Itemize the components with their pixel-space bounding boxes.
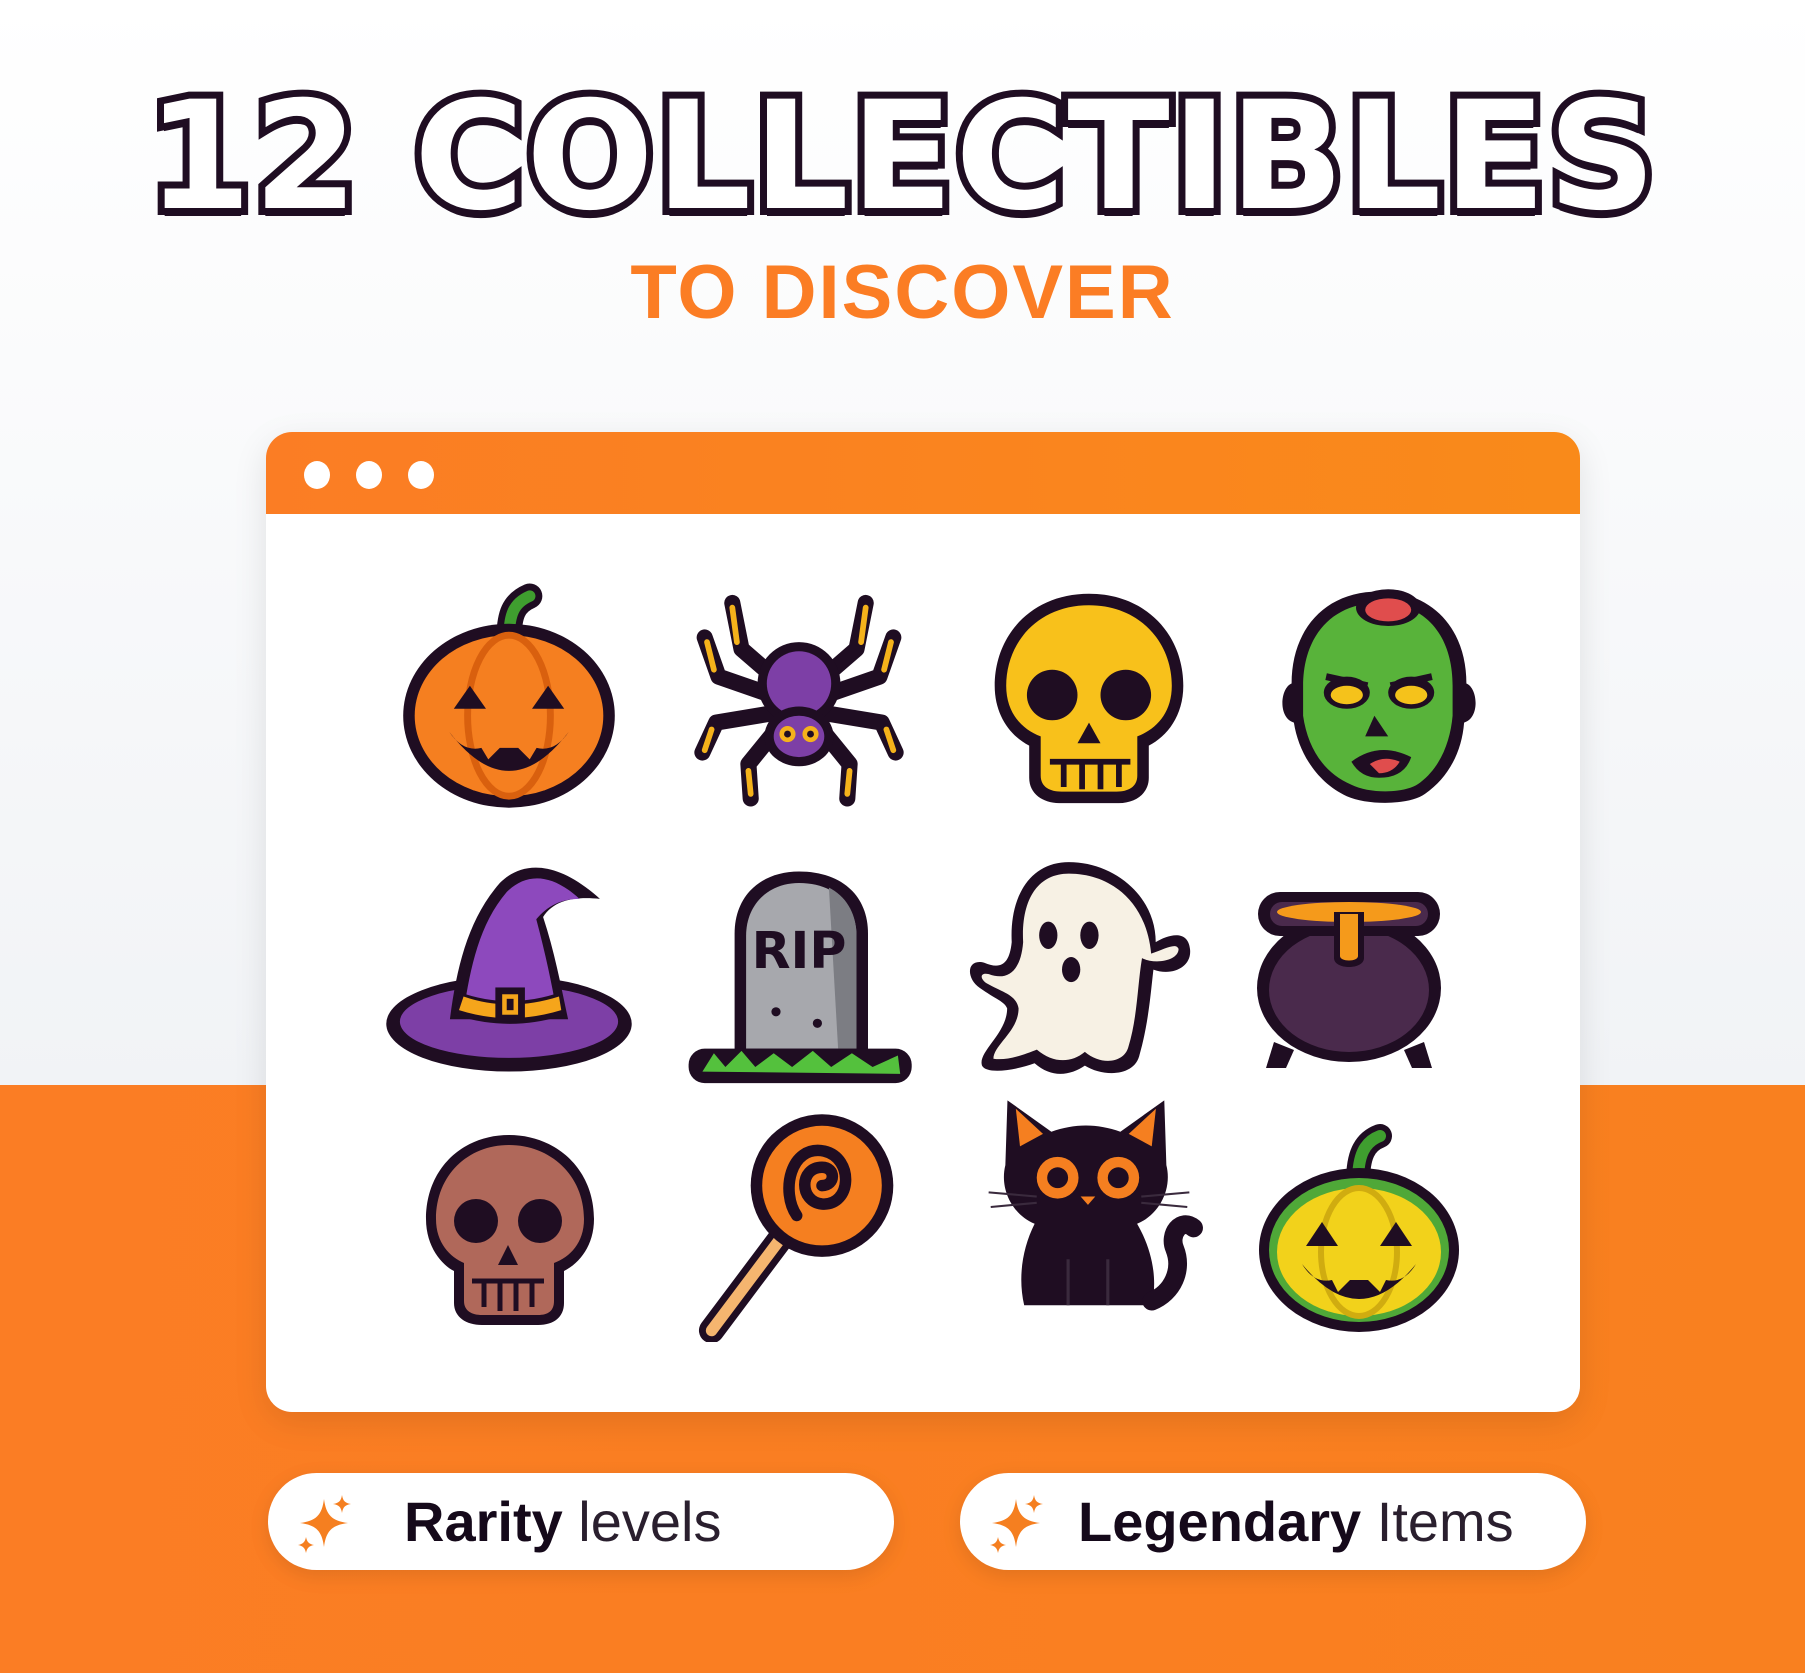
badge-label-light: Items (1361, 1490, 1514, 1553)
yellow-skull-icon[interactable] (974, 580, 1204, 810)
badge-label: Legendary Items (1078, 1490, 1514, 1553)
badge-label-bold: Legendary (1078, 1490, 1362, 1553)
sparkle-icon (990, 1495, 1043, 1553)
swirl-lollipop-icon[interactable] (684, 1112, 914, 1342)
tombstone-text: RIP (752, 921, 847, 980)
badge-label-light: levels (562, 1490, 722, 1553)
jack-o-lantern-yellow-icon[interactable] (1254, 1112, 1464, 1342)
cauldron-icon[interactable] (1254, 872, 1444, 1072)
black-cat-icon[interactable] (974, 1092, 1204, 1322)
sparkle-icon (298, 1495, 351, 1553)
window-dot[interactable] (356, 461, 382, 489)
tombstone-icon[interactable]: RIP (684, 860, 914, 1090)
badge-label-bold: Rarity (404, 1490, 563, 1553)
badge-label: Rarity levels (404, 1490, 722, 1553)
window-dot[interactable] (304, 461, 330, 489)
ghost-icon[interactable] (966, 850, 1206, 1080)
brown-skull-icon[interactable] (414, 1112, 604, 1342)
collectibles-window: RIP (266, 432, 1580, 1412)
window-titlebar (266, 432, 1580, 514)
legendary-items-badge: Legendary Items (960, 1473, 1586, 1570)
subheadline: TO DISCOVER (630, 250, 1175, 335)
rarity-levels-badge: Rarity levels (268, 1473, 894, 1570)
purple-spider-icon[interactable] (684, 580, 914, 810)
window-dot[interactable] (408, 461, 434, 489)
headline: 12 COLLECTIBLES (140, 70, 1663, 244)
jack-o-lantern-orange-icon[interactable] (394, 580, 624, 810)
zombie-head-icon[interactable] (1264, 580, 1494, 810)
witch-hat-icon[interactable] (384, 852, 634, 1082)
